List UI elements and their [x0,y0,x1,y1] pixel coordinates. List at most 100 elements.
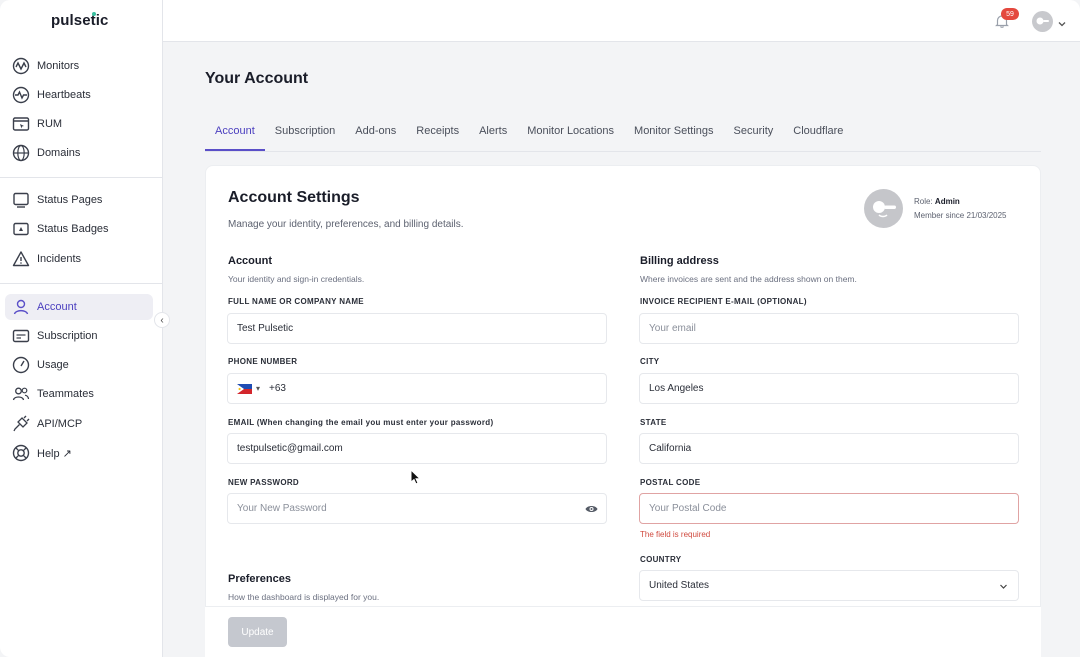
sidebar-item-subscription[interactable]: Subscription [5,323,153,349]
postal-code-error: The field is required [640,530,711,539]
tab-receipts[interactable]: Receipts [406,118,469,151]
user-icon [11,297,31,317]
tab-alerts[interactable]: Alerts [469,118,517,151]
sidebar-item-domains[interactable]: Domains [5,140,153,166]
tab-subscription[interactable]: Subscription [265,118,346,151]
invoice-email-label: INVOICE RECIPIENT E-MAIL (OPTIONAL) [640,297,807,306]
status-badges-icon [11,219,31,239]
update-button[interactable]: Update [228,617,287,647]
account-section-title: Account [228,255,272,267]
sidebar-item-label: Help ↗ [37,447,72,460]
philippines-flag-icon[interactable] [237,383,252,394]
city-input[interactable]: Los Angeles [639,373,1019,404]
account-tabs: Account Subscription Add-ons Receipts Al… [205,118,853,152]
eye-icon[interactable] [585,504,598,514]
collapse-sidebar-button[interactable]: ‹ [154,312,170,328]
new-password-label: NEW PASSWORD [228,478,300,487]
country-value: United States [649,580,710,591]
sidebar-item-teammates[interactable]: Teammates [5,381,153,407]
sidebar-item-label: Status Pages [37,194,103,206]
sidebar-item-label: Status Badges [37,223,109,235]
sidebar-item-label: Account [37,301,77,313]
country-select[interactable]: United States [639,570,1019,601]
postal-code-label: POSTAL CODE [640,478,701,487]
sidebar-item-label: Usage [37,359,69,371]
tab-account[interactable]: Account [205,118,265,151]
logo-dot [92,12,96,16]
monitors-icon [11,56,31,76]
member-since: Member since 21/03/2025 [914,211,1007,220]
sidebar-item-label: Domains [37,147,81,159]
chevron-down-icon[interactable] [1057,16,1067,27]
tab-add-ons[interactable]: Add-ons [345,118,406,151]
sidebar-divider [0,283,162,284]
app-logo: pulsetic [51,12,109,29]
city-label: CITY [640,357,660,366]
sidebar-item-label: Heartbeats [37,89,91,101]
tab-cloudflare[interactable]: Cloudflare [783,118,853,151]
tab-security[interactable]: Security [724,118,784,151]
card-title: Account Settings [228,189,360,206]
phone-code: +63 [269,383,286,394]
sidebar-item-label: Teammates [37,388,94,400]
postal-code-input[interactable]: Your Postal Code [639,493,1019,524]
notification-badge: 59 [1001,8,1019,20]
subscription-icon [11,326,31,346]
page-title: Your Account [205,70,309,87]
sidebar-item-account[interactable]: Account [5,294,153,320]
sidebar-item-rum[interactable]: RUM [5,111,153,137]
sidebar-item-label: API/MCP [37,418,83,430]
state-label: STATE [640,418,667,427]
sidebar-item-help[interactable]: Help ↗ [5,440,153,466]
sidebar-item-label: Incidents [37,253,82,265]
full-name-label: FULL NAME OR COMPANY NAME [228,297,364,306]
chevron-down-icon [999,582,1008,591]
new-password-placeholder: Your New Password [237,503,327,514]
phone-label: PHONE NUMBER [228,357,298,366]
gauge-icon [11,355,31,375]
sidebar-item-label: Subscription [37,330,98,342]
email-field[interactable]: testpulsetic@gmail.com [227,433,607,464]
tab-monitor-settings[interactable]: Monitor Settings [624,118,723,151]
sidebar-item-label: Monitors [37,60,80,72]
app-window: pulsetic Monitors Heartbeats RUM Domains [0,0,1080,657]
role-info: Role: Admin [914,197,960,206]
sidebar-item-heartbeats[interactable]: Heartbeats [5,82,153,108]
full-name-input[interactable]: Test Pulsetic [227,313,607,344]
mouse-cursor-icon [410,468,422,485]
sidebar-item-incidents[interactable]: Incidents [5,246,153,272]
sidebar-divider [0,177,162,178]
sidebar-item-monitors[interactable]: Monitors [5,53,153,79]
globe-icon [11,143,31,163]
sidebar: pulsetic Monitors Heartbeats RUM Domains [0,0,163,657]
help-icon [11,443,31,463]
warning-icon [11,249,31,269]
sidebar-item-api-mcp[interactable]: API/MCP [5,411,153,437]
sidebar-item-status-badges[interactable]: Status Badges [5,216,153,242]
state-input[interactable]: California [639,433,1019,464]
invoice-email-input[interactable]: Your email [639,313,1019,344]
plug-icon [11,414,31,434]
preferences-section-subtitle: How the dashboard is displayed for you. [228,592,380,602]
sidebar-item-status-pages[interactable]: Status Pages [5,187,153,213]
status-pages-icon [11,190,31,210]
heartbeats-icon [11,85,31,105]
rum-icon [11,114,31,134]
sidebar-item-usage[interactable]: Usage [5,352,153,378]
role-label: Role: [914,197,933,206]
avatar-icon[interactable] [1032,11,1053,32]
country-label: COUNTRY [640,555,682,564]
sidebar-item-label: RUM [37,118,63,130]
new-password-input[interactable]: Your New Password [227,493,607,524]
billing-section-title: Billing address [640,255,719,267]
country-code-caret[interactable]: ▾ [256,384,260,393]
billing-section-subtitle: Where invoices are sent and the address … [640,274,857,284]
phone-input[interactable]: ▾ +63 [227,373,607,404]
tabs-divider [205,151,1041,152]
role-value: Admin [934,197,960,206]
card-subtitle: Manage your identity, preferences, and b… [228,219,464,230]
topbar [163,0,1080,42]
users-icon [11,384,31,404]
tab-monitor-locations[interactable]: Monitor Locations [517,118,624,151]
preferences-section-title: Preferences [228,573,291,585]
